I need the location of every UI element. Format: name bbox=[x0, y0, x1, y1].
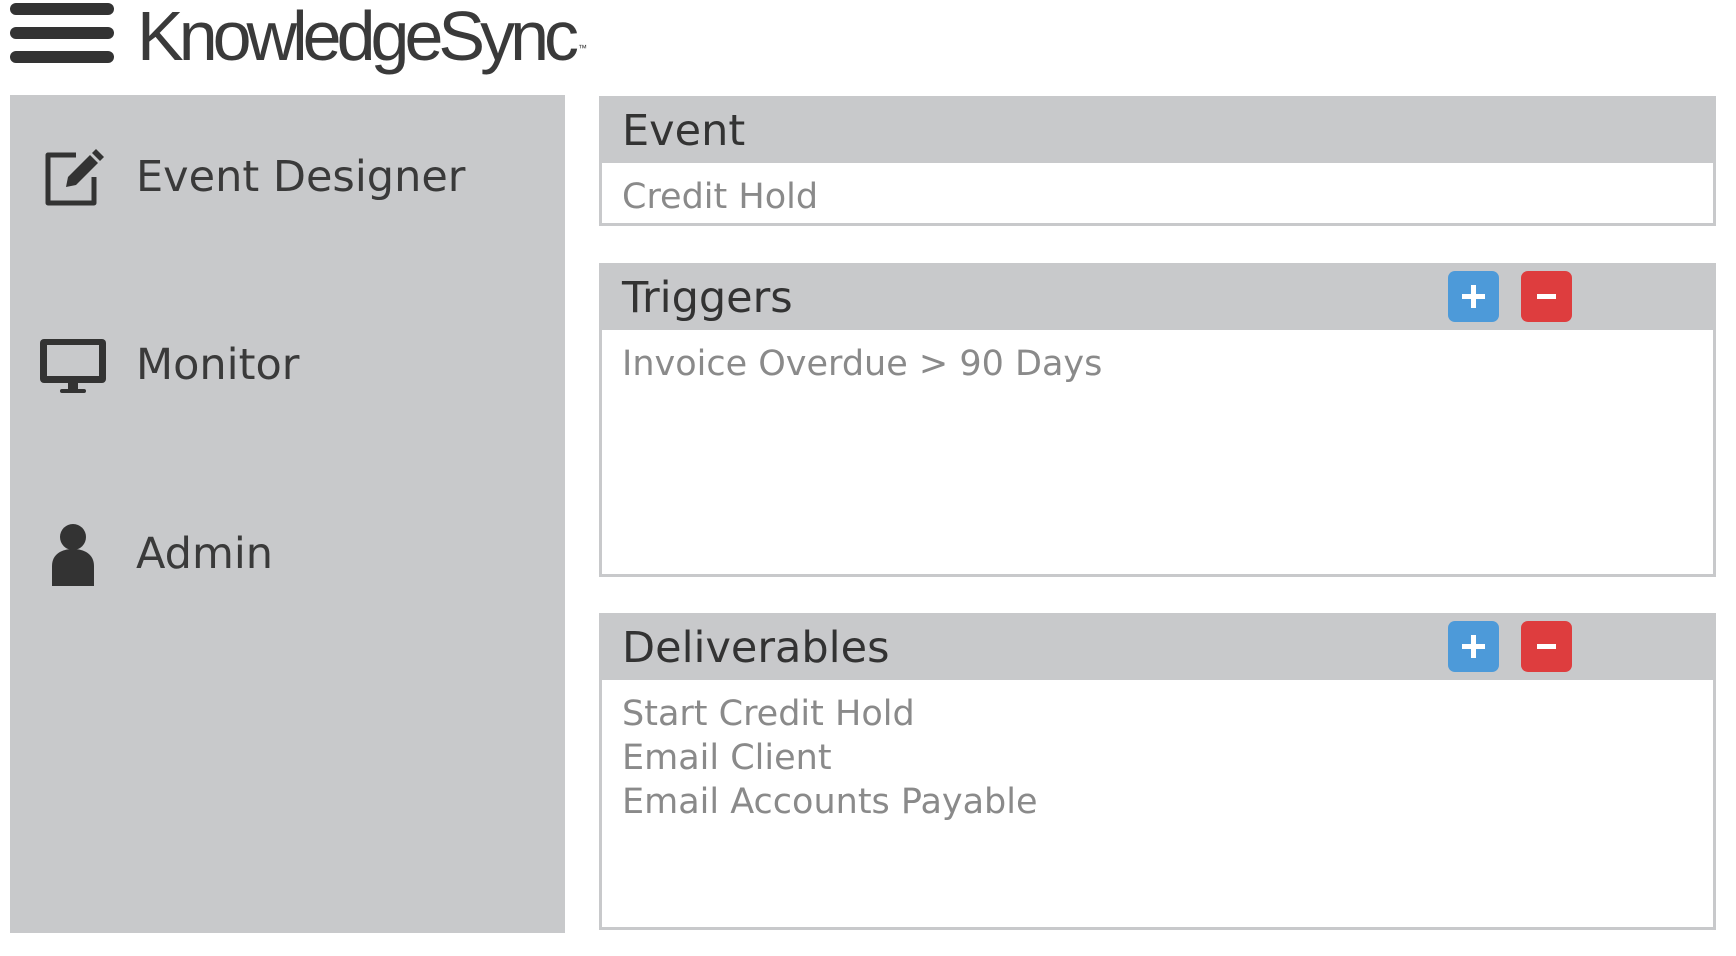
deliverables-panel-header: Deliverables bbox=[602, 616, 1713, 680]
list-item[interactable]: Start Credit Hold bbox=[622, 692, 1693, 736]
list-item[interactable]: Email Client bbox=[622, 736, 1693, 780]
add-deliverable-button[interactable] bbox=[1448, 621, 1499, 672]
triggers-panel-title: Triggers bbox=[622, 273, 793, 323]
minus-icon bbox=[1537, 644, 1556, 649]
event-panel-body: Credit Hold bbox=[602, 163, 1713, 219]
list-item[interactable]: Email Accounts Payable bbox=[622, 780, 1693, 824]
user-icon bbox=[52, 524, 94, 586]
triggers-list: Invoice Overdue > 90 Days bbox=[602, 330, 1713, 386]
sidebar: Event Designer Monitor Admin bbox=[10, 95, 565, 933]
event-name-value[interactable]: Credit Hold bbox=[622, 175, 1693, 219]
plus-icon bbox=[1462, 635, 1485, 658]
event-panel-title: Event bbox=[622, 106, 746, 156]
app-logo: KnowledgeSync ™ bbox=[137, 0, 587, 75]
sidebar-item-label: Event Designer bbox=[136, 152, 466, 202]
sidebar-item-event-designer[interactable]: Event Designer bbox=[10, 137, 565, 217]
hamburger-bar bbox=[10, 3, 114, 15]
add-trigger-button[interactable] bbox=[1448, 271, 1499, 322]
event-panel: Event Credit Hold bbox=[599, 96, 1716, 226]
remove-deliverable-button[interactable] bbox=[1521, 621, 1572, 672]
plus-icon bbox=[1462, 285, 1485, 308]
trademark-mark: ™ bbox=[578, 43, 587, 53]
sidebar-item-label: Admin bbox=[136, 529, 274, 579]
app-name: KnowledgeSync bbox=[137, 0, 579, 75]
deliverables-list: Start Credit Hold Email Client Email Acc… bbox=[602, 680, 1713, 824]
remove-trigger-button[interactable] bbox=[1521, 271, 1572, 322]
hamburger-menu-icon[interactable] bbox=[10, 3, 114, 65]
deliverables-panel: Deliverables Start Credit Hold Email Cli… bbox=[599, 613, 1716, 930]
list-item[interactable]: Invoice Overdue > 90 Days bbox=[622, 342, 1693, 386]
hamburger-bar bbox=[10, 51, 114, 63]
monitor-icon bbox=[40, 339, 106, 393]
sidebar-item-label: Monitor bbox=[136, 340, 300, 390]
event-panel-header: Event bbox=[602, 99, 1713, 163]
triggers-panel-header: Triggers bbox=[602, 266, 1713, 330]
minus-icon bbox=[1537, 294, 1556, 299]
edit-icon bbox=[45, 149, 104, 206]
sidebar-item-monitor[interactable]: Monitor bbox=[10, 325, 565, 405]
hamburger-bar bbox=[10, 27, 114, 39]
deliverables-panel-title: Deliverables bbox=[622, 623, 890, 673]
sidebar-item-admin[interactable]: Admin bbox=[10, 514, 565, 594]
triggers-panel: Triggers Invoice Overdue > 90 Days bbox=[599, 263, 1716, 577]
